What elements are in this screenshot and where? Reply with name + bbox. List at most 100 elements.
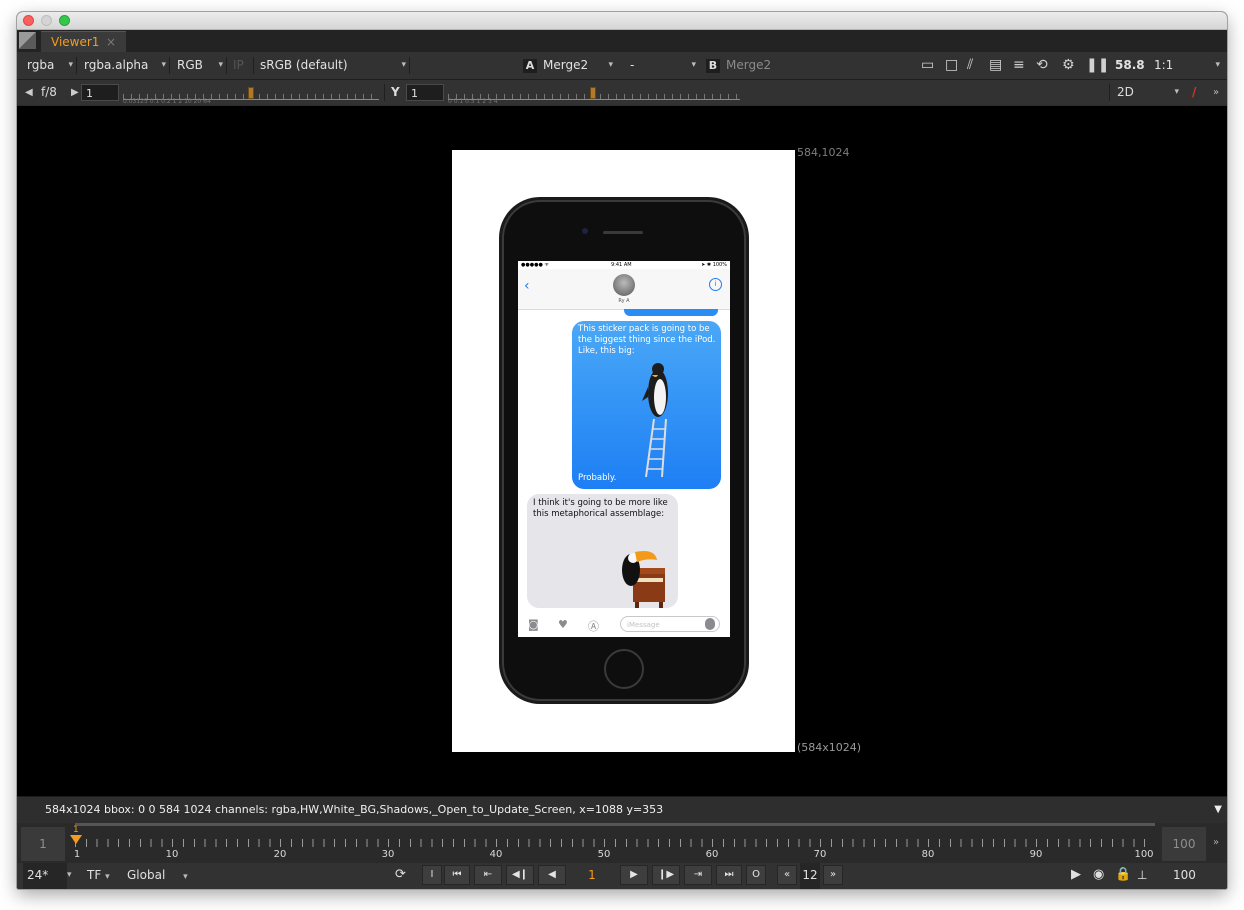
toucan-piano-sticker (622, 551, 665, 608)
colorspace-value: sRGB (default) (260, 58, 348, 72)
b-input-dropdown[interactable]: Merge2 (726, 52, 796, 79)
in-frame-field[interactable]: 1 (21, 827, 65, 861)
gamma-slider[interactable]: 0 0.1 0.5 1 2 3 4 (448, 86, 740, 105)
avatar (613, 274, 635, 296)
info-bar-toggle-icon[interactable]: ▼ (1214, 797, 1222, 823)
digital-touch-icon: ♥ (558, 618, 568, 631)
divider (226, 57, 227, 74)
tab-viewer1-label: Viewer1 (51, 35, 100, 49)
first-frame-icon[interactable]: ⏮ (444, 865, 470, 885)
fps-field[interactable]: 24* (23, 863, 67, 889)
frame-label: 90 (1029, 849, 1043, 860)
gain-slider[interactable]: 0.03125 0.1 0.2 1 2 10 20 64 (123, 86, 379, 105)
frame-increment-field[interactable]: 12 (800, 863, 820, 889)
gamma-input[interactable]: 1 (406, 84, 444, 101)
lock-icon[interactable]: 🔒 (1115, 863, 1131, 889)
compare-op-dropdown[interactable]: - (630, 52, 696, 79)
tab-close-icon[interactable]: × (106, 32, 116, 53)
pause-icon[interactable]: ❚❚ (1086, 57, 1109, 73)
next-keyframe-icon[interactable]: ⇥ (684, 865, 712, 885)
step-forward-icon[interactable]: ❙▶ (652, 865, 680, 885)
incoming-message-bubble: I think it's going to be more like this … (527, 494, 678, 608)
gpu-icon[interactable]: ⚙ (1062, 57, 1075, 73)
last-frame-icon[interactable]: ⏭ (716, 865, 742, 885)
roi-icon[interactable]: ▭ (921, 57, 934, 73)
expand-toolbar-icon[interactable]: » (1213, 80, 1219, 105)
info-icon: i (709, 278, 722, 291)
zoom-dropdown[interactable]: 1:1 (1154, 52, 1220, 79)
pane-menu-icon[interactable] (19, 32, 36, 49)
gain-input[interactable]: 1 (81, 84, 119, 101)
alpha-channel-value: rgba.alpha (84, 58, 149, 72)
zoom-window-button[interactable] (59, 15, 70, 26)
display-dropdown[interactable]: RGB (177, 52, 223, 79)
camera-icon: ◙ (528, 618, 539, 631)
fps-dropdown-icon[interactable]: ▾ (67, 863, 72, 889)
previous-message-bubble (624, 309, 718, 316)
skip-forward-icon[interactable]: » (823, 865, 843, 885)
fstop-next-icon[interactable]: ▶ (71, 80, 79, 105)
set-out-button[interactable]: O (746, 865, 766, 885)
playback-controls: 24* ▾ TF ▾ Global ▾ ⟳ I ⏮ ⇤ ◀❙ ◀ 1 ▶ ❙▶ … (17, 863, 1227, 889)
fstop-label[interactable]: f/8 (41, 80, 57, 105)
incoming-message-text: I think it's going to be more like this … (533, 498, 668, 519)
safe-area-icon[interactable]: □ (945, 57, 958, 73)
playhead-marker[interactable] (70, 835, 82, 844)
zebra-icon[interactable]: ⫽ (967, 57, 973, 73)
b-input-value: Merge2 (726, 58, 772, 72)
viewer-canvas[interactable]: 584,1024 (584x1024) ●●●●● ᯤ 9:41 AM ➤ ✱ … (17, 106, 1227, 796)
phone-status-bar: ●●●●● ᯤ 9:41 AM ➤ ✱ 100% (518, 261, 730, 269)
gain-scale-labels: 0.03125 0.1 0.2 1 2 10 20 64 (123, 98, 211, 105)
flipbook-icon[interactable]: ▶ (1071, 863, 1081, 889)
out-frame-field[interactable]: 100 (1162, 827, 1206, 861)
refresh-icon[interactable]: ⟲ (1036, 57, 1048, 73)
fstop-prev-icon[interactable]: ◀ (25, 80, 33, 105)
set-in-button[interactable]: I (422, 865, 442, 885)
format-label: (584x1024) (797, 741, 862, 754)
fps-readout: 58.8 (1115, 58, 1145, 72)
a-input-dropdown[interactable]: Merge2 (543, 52, 613, 79)
alpha-channel-dropdown[interactable]: rgba.alpha (84, 52, 166, 79)
a-input-label: A (523, 59, 537, 73)
phone-clock: 9:41 AM (611, 262, 632, 268)
timeline-expand-icon[interactable]: » (1213, 837, 1219, 848)
timeline-track[interactable]: 1 10 20 30 40 50 60 70 80 90 100 (74, 823, 1155, 863)
skip-back-icon[interactable]: « (777, 865, 797, 885)
lut-icon[interactable]: ≡ (1013, 57, 1025, 73)
outgoing-message-end: Probably. (578, 473, 617, 483)
divider (384, 84, 385, 101)
ip-button[interactable]: IP (233, 52, 244, 79)
frame-range-value: Global (127, 868, 166, 882)
playback-mode-icon[interactable]: ⟳ (395, 863, 406, 889)
app-store-icon: Ⓐ (588, 620, 599, 633)
colorspace-dropdown[interactable]: sRGB (default) (260, 52, 406, 79)
view-mode-dropdown[interactable]: 2D (1117, 80, 1179, 105)
gamma-slider-handle[interactable] (590, 87, 596, 99)
frame-range-dropdown[interactable]: Global ▾ (127, 863, 188, 889)
tab-viewer1[interactable]: Viewer1 × (41, 31, 126, 52)
play-backward-icon[interactable]: ◀ (538, 865, 566, 885)
frame-label: 50 (597, 849, 611, 860)
back-chevron-icon: ‹ (524, 278, 530, 294)
timecode-dropdown[interactable]: TF ▾ (87, 863, 110, 889)
gain-slider-handle[interactable] (248, 87, 254, 99)
outgoing-message-text: This sticker pack is going to be the big… (578, 324, 716, 356)
end-frame-field[interactable]: 100 (1173, 863, 1196, 889)
frame-label: 60 (705, 849, 719, 860)
step-back-icon[interactable]: ◀❙ (506, 865, 534, 885)
play-forward-icon[interactable]: ▶ (620, 865, 648, 885)
monitor-out-icon[interactable]: ▤ (989, 57, 1002, 73)
frame-label: 100 (1134, 849, 1154, 860)
prev-keyframe-icon[interactable]: ⇤ (474, 865, 502, 885)
close-window-button[interactable] (23, 15, 34, 26)
record-icon[interactable]: ◉ (1093, 863, 1104, 889)
minimize-window-button[interactable] (41, 15, 52, 26)
frame-label: 40 (489, 849, 503, 860)
timeline: 1 1 10 20 30 40 50 60 70 80 90 100 1 100… (17, 823, 1227, 863)
current-frame-field[interactable]: 1 (577, 863, 607, 889)
channels-dropdown[interactable]: rgba (27, 52, 73, 79)
penguin-on-ladder-sticker (642, 363, 668, 477)
tab-bar: Viewer1 × (17, 30, 1227, 52)
timeline-ruler-icon[interactable]: ⊥ (1137, 863, 1147, 889)
input-process-icon[interactable]: / (1192, 80, 1196, 105)
